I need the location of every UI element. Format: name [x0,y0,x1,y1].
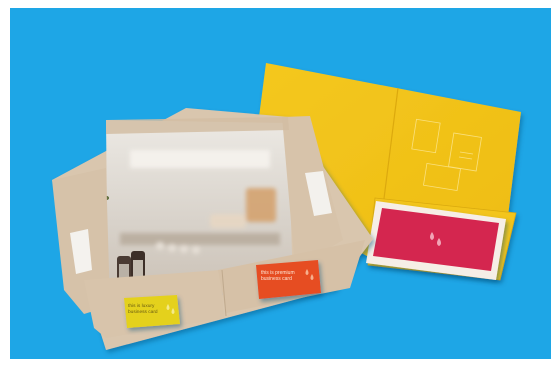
orange-card-line2: business card [261,276,292,282]
yellow-card-line1: this is luxury [128,303,155,309]
product-photo: this is luxury business card this is pre… [10,8,551,359]
orange-business-card: this is premium business card [256,260,321,299]
photo-canvas: this is luxury business card this is pre… [52,63,521,350]
yellow-card-line2: business card [128,309,158,315]
yellow-business-card: this is luxury business card [124,295,180,328]
